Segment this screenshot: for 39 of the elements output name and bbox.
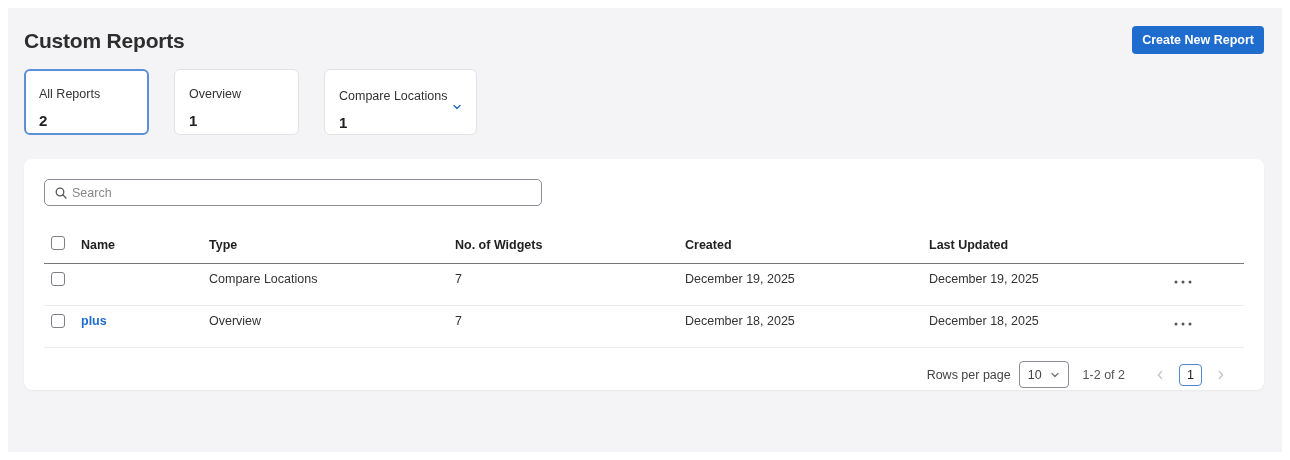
filter-label: Compare Locations — [339, 89, 448, 103]
select-all-checkbox[interactable] — [51, 236, 65, 250]
page-button[interactable]: 1 — [1179, 363, 1202, 386]
filter-count: 1 — [189, 112, 198, 129]
table-cell: 7 — [455, 314, 462, 328]
row-checkbox[interactable] — [51, 314, 65, 328]
table-cell: 7 — [455, 272, 462, 286]
search-icon — [55, 187, 67, 199]
table-cell: December 19, 2025 — [929, 272, 1039, 286]
filter-count: 2 — [39, 112, 48, 129]
filter-card[interactable]: All Reports 2 — [24, 69, 149, 135]
search-field[interactable]: Search — [44, 179, 542, 206]
table-cell: December 18, 2025 — [685, 314, 795, 328]
rows-per-page-label: Rows per page — [926, 367, 1011, 382]
page-range: 1-2 of 2 — [1082, 367, 1125, 382]
page-title: Custom Reports — [24, 29, 185, 53]
filter-label: Overview — [189, 87, 242, 101]
row-checkbox[interactable] — [51, 272, 65, 286]
column-header: Last Updated — [929, 237, 1010, 252]
create-report-button[interactable]: Create New Report — [1132, 26, 1264, 54]
table-cell: December 19, 2025 — [685, 272, 795, 286]
column-header: No. of Widgets — [455, 237, 544, 252]
table-cell: December 18, 2025 — [929, 314, 1039, 328]
rows-per-page-select[interactable]: 10 — [1018, 361, 1069, 388]
filter-count: 1 — [339, 114, 348, 131]
filter-card[interactable]: Overview 1 — [174, 69, 299, 135]
column-header: Type — [209, 237, 239, 252]
filter-label: All Reports — [39, 87, 101, 101]
table-cell: Overview — [209, 314, 262, 328]
report-link[interactable]: plus — [81, 314, 107, 328]
chevron-down-icon — [452, 102, 462, 112]
column-header: Created — [685, 237, 733, 252]
filter-card[interactable]: Compare Locations 1 — [324, 69, 477, 135]
chevron-left-icon — [1155, 369, 1165, 380]
table-cell: Compare Locations — [209, 272, 318, 286]
more-icon[interactable] — [1174, 322, 1192, 326]
chevron-right-icon — [1216, 369, 1226, 380]
more-icon[interactable] — [1174, 280, 1192, 284]
column-header: Name — [81, 237, 117, 252]
